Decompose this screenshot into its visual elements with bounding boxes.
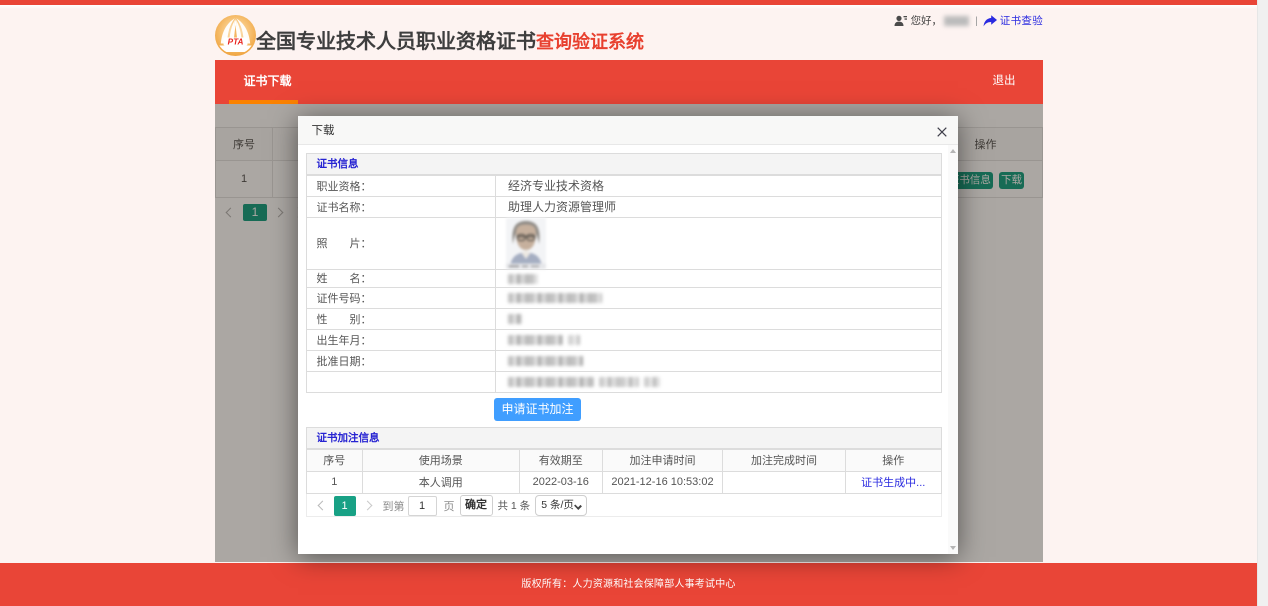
svg-text:PTA: PTA xyxy=(228,38,244,47)
